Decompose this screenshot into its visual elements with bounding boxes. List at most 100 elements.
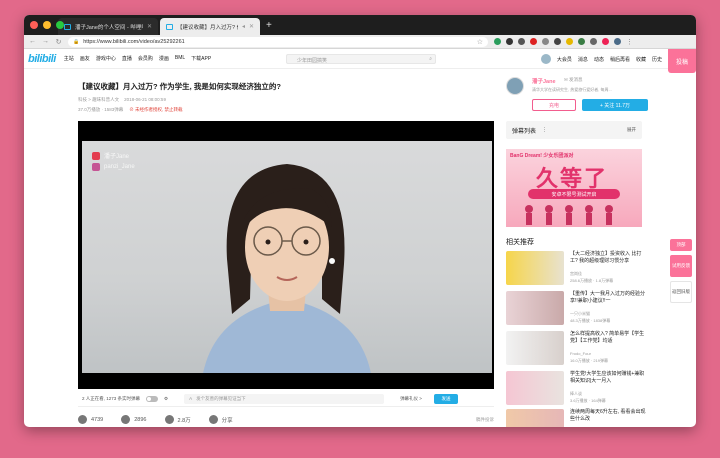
extension-icon[interactable] (554, 38, 561, 45)
rec-thumbnail[interactable] (506, 251, 564, 285)
nav-item-download[interactable]: 下载APP (191, 55, 211, 62)
rec-title[interactable]: 连续两周每天6升左右, 看看会出现些什么改 (570, 409, 646, 423)
rec-uploader[interactable]: 宫岗佳 (570, 271, 582, 277)
send-danmu-button[interactable]: 发送 (433, 393, 458, 404)
extension-icon[interactable] (518, 38, 525, 45)
like-button[interactable]: 4739 (78, 415, 103, 424)
minimize-window-icon[interactable] (43, 21, 51, 29)
nav-item[interactable]: 漫画 (159, 55, 169, 62)
ad-subtitle: 安卓不限号测试开启 (528, 189, 620, 199)
rec-title[interactable]: 怎么样提高收入? 简单易学【学生党】【工作党】均适 (570, 331, 646, 345)
mute-tab-icon[interactable]: ◂ (242, 23, 245, 30)
browser-window: 潘子Jane的个人空间 - 哔哩哔哩 ( ゜- ゜)つロ 乾杯~ Bilibil… (24, 15, 696, 427)
tab-video[interactable]: 【建议收藏】月入过万? 作为学生, 我是如何实现经济独立的? _哔哩哔哩 ◂ ✕ (160, 18, 260, 35)
rec-uploader[interactable]: 棒人谈 (570, 391, 582, 397)
coin-button[interactable]: 2896 (121, 415, 147, 424)
uploader-desc: 清华大学在读研究生, 热爱旅行爱好者, 每周... (532, 87, 612, 92)
nav-item[interactable]: 画友 (80, 55, 90, 62)
info-icon[interactable]: ⋮ (542, 127, 547, 133)
nav-item[interactable]: BML (175, 55, 185, 62)
zoom-window-icon[interactable] (56, 21, 64, 29)
video-frame[interactable]: 潘子Jane panzi_Jane (82, 141, 492, 373)
nav-favorites[interactable]: 收藏 (636, 56, 646, 63)
nav-item[interactable]: 会员购 (138, 55, 153, 62)
back-to-top-button[interactable]: 顶部 (670, 239, 692, 251)
share-button[interactable]: 分享 (208, 415, 233, 424)
back-icon[interactable]: ← (29, 38, 36, 45)
close-window-icon[interactable] (30, 21, 38, 29)
url-field[interactable]: 🔒 https://www.bilibili.com/video/av25292… (68, 36, 488, 47)
close-tab-icon[interactable]: ✕ (249, 23, 254, 30)
extension-icon[interactable] (506, 38, 513, 45)
search-icon[interactable]: ⌕ (429, 56, 432, 62)
rec-item[interactable]: 【重传】大一我月入过万的经验分享!!兼职小建议!!一 一只小米猫 48.3万播放… (506, 291, 646, 325)
rec-thumbnail[interactable] (506, 331, 564, 365)
user-avatar[interactable] (540, 54, 551, 64)
video-category[interactable]: 科技 > 趣味科普人文 (78, 97, 119, 102)
follow-button[interactable]: + 关注 11.7万 (582, 99, 648, 111)
nav-messages[interactable]: 消息 (578, 56, 588, 63)
rec-thumbnail[interactable] (506, 291, 564, 325)
send-message-link[interactable]: ✉ 发消息 (564, 77, 583, 83)
view-count: 37.0万播放 · 1583弹幕 (78, 107, 124, 112)
tab-uploader-space[interactable]: 潘子Jane的个人空间 - 哔哩哔哩 ( ゜- ゜)つロ 乾杯~ Bilibil… (58, 18, 158, 35)
bookmark-star-icon[interactable]: ☆ (477, 38, 483, 46)
extension-icon[interactable] (530, 38, 537, 45)
extension-icon[interactable] (494, 38, 501, 45)
nav-watch-later[interactable]: 稍后再看 (610, 56, 630, 63)
extension-icon[interactable] (542, 38, 549, 45)
danmu-list-panel[interactable]: 弹幕列表 ⋮ 展开 (506, 121, 642, 139)
forward-icon[interactable]: → (42, 38, 49, 45)
uploader-avatar[interactable] (506, 77, 524, 95)
rec-item[interactable]: 怎么样提高收入? 简单易学【学生党】【工作党】均适 Frodo_Four 16.… (506, 331, 646, 365)
search-input[interactable]: 少年田园搞笑 ⌕ (286, 54, 436, 64)
rec-title[interactable]: 学生党!大学生应该如何赚钱+兼职相关知识|大一月入 (570, 371, 646, 385)
expand-button[interactable]: 展开 (627, 127, 636, 133)
favorite-button[interactable]: 2.8万 (164, 415, 191, 424)
rec-item[interactable]: 学生党!大学生应该如何赚钱+兼职相关知识|大一月入 棒人谈 3.6万播放 · 1… (506, 371, 646, 405)
report-link[interactable]: 稿件投诉 (476, 417, 494, 423)
nav-item[interactable]: 直播 (122, 55, 132, 62)
extension-icon[interactable] (566, 38, 573, 45)
video-player[interactable]: 潘子Jane panzi_Jane (78, 121, 494, 389)
thumbs-up-icon (78, 415, 87, 424)
nav-history[interactable]: 历史 (652, 56, 662, 63)
rec-item[interactable]: 【大二经济独立】投资收入 比打工? 我的超级理财习惯分享 宫岗佳 258.6万播… (506, 251, 646, 285)
close-tab-icon[interactable]: ✕ (147, 23, 152, 30)
game-ad-banner[interactable]: BanG Dream! 少女乐团派对 久等了 安卓不限号测试开启 (506, 149, 642, 227)
nav-item[interactable]: 主站 (64, 55, 74, 62)
nav-dynamic[interactable]: 动态 (594, 56, 604, 63)
danmu-input[interactable]: A 发个友善的弹幕见证当下 (184, 393, 385, 404)
menu-kebab-icon[interactable]: ⋮ (626, 38, 633, 46)
reload-icon[interactable]: ↻ (55, 38, 62, 46)
bilibili-logo[interactable]: bilibili (28, 53, 56, 65)
rec-stats: 48.3万播放 · 1838弹幕 (570, 318, 611, 323)
rec-stats: 16.0万播放 · 219弹幕 (570, 358, 609, 363)
danmu-bar: 2 人正在看, 1273 条实时弹幕 ⚙ A 发个友善的弹幕见证当下 弹幕礼仪 … (78, 391, 494, 407)
new-tab-button[interactable]: + (266, 18, 272, 35)
rec-item[interactable]: 连续两周每天6升左右, 看看会出现些什么改 (506, 409, 646, 427)
rec-uploader[interactable]: Frodo_Four (570, 351, 591, 356)
extension-icon[interactable] (578, 38, 585, 45)
danmu-etiquette-link[interactable]: 弹幕礼仪 > (400, 396, 422, 402)
nav-item[interactable]: 游戏中心 (96, 55, 116, 62)
rec-uploader[interactable]: 一只小米猫 (570, 311, 590, 317)
rec-title[interactable]: 【重传】大一我月入过万的经验分享!!兼职小建议!!一 (570, 291, 646, 305)
extension-icon[interactable] (590, 38, 597, 45)
video-stats: 37.0万播放 · 1583弹幕 ⊘ 未经作者授权, 禁止转载 (78, 107, 183, 113)
danmu-toggle[interactable] (146, 395, 159, 402)
profile-avatar-icon[interactable] (614, 38, 621, 45)
rec-thumbnail[interactable] (506, 409, 564, 427)
rec-thumbnail[interactable] (506, 371, 564, 405)
rec-title[interactable]: 【大二经济独立】投资收入 比打工? 我的超级理财习惯分享 (570, 251, 646, 265)
feedback-button[interactable]: 试用反馈 (670, 255, 692, 277)
old-version-button[interactable]: 返回旧版 (670, 281, 692, 303)
charge-button[interactable]: 充电 (532, 99, 576, 111)
bilibili-favicon-icon (166, 23, 173, 30)
danmu-settings-icon[interactable]: ⚙ (164, 396, 168, 402)
extension-icon[interactable] (602, 38, 609, 45)
uploader-name[interactable]: 潘子Jane (532, 77, 556, 85)
danmu-style-icon[interactable]: A (189, 396, 192, 401)
nav-vip[interactable]: 大会员 (557, 56, 572, 63)
instagram-watermark: panzi_Jane (92, 163, 135, 171)
